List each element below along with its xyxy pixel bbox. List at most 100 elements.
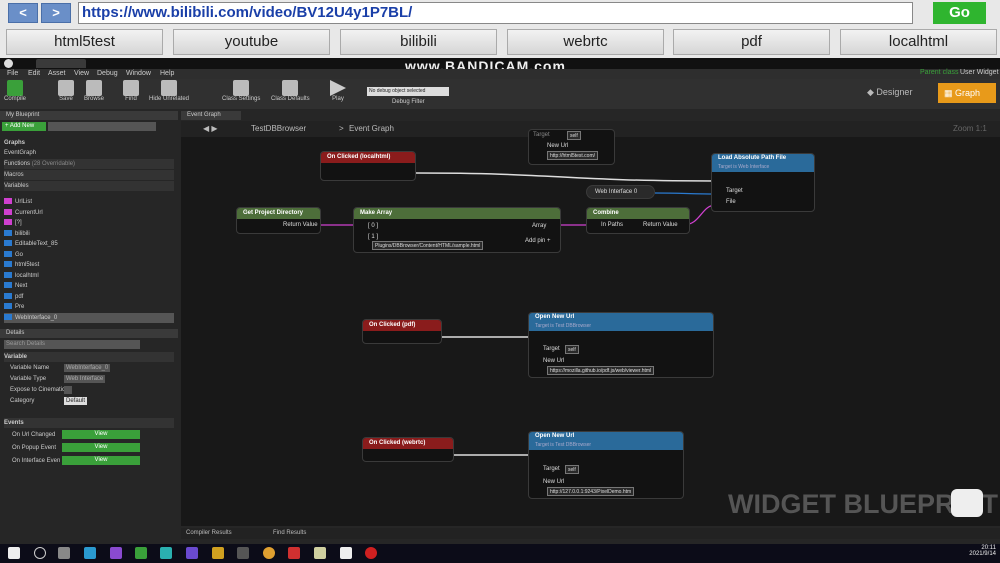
bookmark-pdf[interactable]: pdf <box>673 29 830 55</box>
forward-button[interactable]: > <box>41 3 71 23</box>
bookmark-localhtml[interactable]: localhtml <box>840 29 997 55</box>
event-graph-tab[interactable]: Event Graph <box>181 111 241 120</box>
self-field[interactable]: self <box>565 345 579 354</box>
class-settings-button[interactable]: Class Settings <box>222 80 260 102</box>
load-absolute-path-node[interactable]: Load Absolute Path File Target is Web Int… <box>711 153 815 212</box>
browse-button[interactable]: Browse <box>84 80 104 102</box>
on-clicked-pdf-node[interactable]: On Clicked (pdf) <box>362 319 442 344</box>
variable-item[interactable]: Go <box>4 250 174 260</box>
get-project-directory-node[interactable]: Get Project Directory Return Value <box>236 207 321 234</box>
event-graph-item[interactable]: EventGraph <box>4 148 174 158</box>
details-tab[interactable]: Details <box>0 329 178 338</box>
open-new-url-webrtc-node[interactable]: Open New Url Target is Test DBBrowser Tar… <box>528 431 684 499</box>
bilibili-play-icon[interactable] <box>951 489 983 517</box>
folder-icon[interactable] <box>212 547 224 559</box>
menu-help[interactable]: Help <box>160 70 174 77</box>
self-field[interactable]: self <box>565 465 579 474</box>
variable-item[interactable]: localhtml <box>4 271 174 281</box>
menu-view[interactable]: View <box>74 70 89 77</box>
url-input[interactable]: https://www.bilibili.com/video/BV12U4y1P… <box>78 2 913 24</box>
terminal-icon[interactable] <box>237 547 249 559</box>
menu-asset[interactable]: Asset <box>48 70 66 77</box>
variable-item[interactable]: UrlList <box>4 197 174 207</box>
app-icon[interactable] <box>160 547 172 559</box>
variable-item[interactable]: Pre <box>4 302 174 312</box>
class-defaults-button[interactable]: Class Defaults <box>271 80 310 102</box>
red-app-icon[interactable] <box>288 547 300 559</box>
add-pin-button[interactable]: Add pin + <box>525 238 551 244</box>
graph-mode-tab[interactable]: ▦ Graph <box>938 83 996 103</box>
event-view-button[interactable]: View <box>62 430 140 439</box>
add-new-button[interactable]: + Add New <box>2 122 46 131</box>
menu-debug[interactable]: Debug <box>97 70 118 77</box>
make-array-node[interactable]: Make Array [ 0 ] [ 1 ] Plugins/DBBrowser… <box>353 207 561 253</box>
find-results-tab[interactable]: Find Results <box>273 530 306 536</box>
parent-class-value[interactable]: User Widget <box>960 69 999 76</box>
bookmark-webrtc[interactable]: webrtc <box>507 29 664 55</box>
my-blueprint-tab[interactable]: My Blueprint <box>0 111 178 120</box>
go-button[interactable]: Go <box>933 2 986 24</box>
path-field[interactable]: Plugins/DBBrowser/Content/HTML/sample.ht… <box>372 241 484 250</box>
functions-section[interactable]: Functions (28 Overridable) <box>4 159 174 169</box>
play-button[interactable]: Play <box>330 80 346 102</box>
compiler-results-tab[interactable]: Compiler Results <box>186 530 232 536</box>
event-view-button[interactable]: View <box>62 456 140 465</box>
event-view-button[interactable]: View <box>62 443 140 452</box>
wechat-icon[interactable] <box>135 547 147 559</box>
breadcrumb-root[interactable]: TestDBBrowser <box>251 121 306 137</box>
on-clicked-webrtc-node[interactable]: On Clicked (webrtc) <box>362 437 454 462</box>
url-field[interactable]: http://127.0.0.1:9243/PixelDemo.htm <box>547 487 635 496</box>
debug-object-select[interactable]: No debug object selected <box>367 87 449 96</box>
self-field[interactable]: self <box>567 131 581 140</box>
graph-canvas[interactable]: On Clicked (localhtml) Target self New U… <box>181 129 1000 526</box>
visual-studio-icon[interactable] <box>110 547 122 559</box>
variable-item[interactable]: EditableText_85 <box>4 239 174 249</box>
edge-icon[interactable] <box>84 547 96 559</box>
back-button[interactable]: < <box>8 3 38 23</box>
variable-item[interactable]: Next <box>4 281 174 291</box>
graphs-section[interactable]: Graphs <box>4 138 174 148</box>
detail-value[interactable] <box>64 386 72 394</box>
blueprint-search-input[interactable] <box>48 122 156 131</box>
open-new-url-pdf-node[interactable]: Open New Url Target is Test DBBrowser Tar… <box>528 312 714 378</box>
record-icon[interactable] <box>365 547 377 559</box>
hide-unrelated-button[interactable]: Hide Unrelated <box>149 80 189 102</box>
chrome-icon[interactable] <box>263 547 275 559</box>
vs-code-icon[interactable] <box>186 547 198 559</box>
web-interface-getter[interactable]: Web Interface 0 <box>586 185 655 199</box>
variable-item[interactable]: bilibili <box>4 229 174 239</box>
variable-item[interactable]: CurrentUrl <box>4 208 174 218</box>
note-icon[interactable] <box>314 547 326 559</box>
menu-edit[interactable]: Edit <box>28 70 40 77</box>
save-button[interactable]: Save <box>58 80 74 102</box>
task-view-icon[interactable] <box>58 547 70 559</box>
variable-item[interactable]: [?] <box>4 218 174 228</box>
combine-node[interactable]: Combine In Paths Return Value <box>586 207 690 234</box>
details-search-input[interactable]: Search Details <box>4 340 140 349</box>
bookmark-youtube[interactable]: youtube <box>173 29 330 55</box>
detail-value[interactable]: WebInterface_0 <box>64 364 111 372</box>
variable-item[interactable]: WebInterface_0 <box>4 312 174 323</box>
variable-item[interactable]: pdf <box>4 292 174 302</box>
back-arrow-icon[interactable]: ◀ ▶ <box>203 121 218 137</box>
macros-section[interactable]: Macros <box>4 170 174 180</box>
variable-item[interactable]: html5test <box>4 260 174 270</box>
search-icon[interactable] <box>34 547 46 559</box>
detail-value[interactable]: Default <box>64 397 88 405</box>
url-field[interactable]: https://mozilla.github.io/pdf.js/web/vie… <box>547 366 655 375</box>
variables-section[interactable]: Variables <box>4 181 174 191</box>
find-button[interactable]: Find <box>123 80 139 102</box>
menu-window[interactable]: Window <box>126 70 151 77</box>
menu-file[interactable]: File <box>7 70 18 77</box>
asset-tab[interactable] <box>36 59 86 68</box>
unreal-taskbar-icon[interactable] <box>340 547 352 559</box>
detail-value[interactable]: Web Interface <box>64 375 106 383</box>
bookmark-bilibili[interactable]: bilibili <box>340 29 497 55</box>
on-clicked-localhtml-node[interactable]: On Clicked (localhtml) <box>320 151 416 181</box>
bookmark-html5test[interactable]: html5test <box>6 29 163 55</box>
url-field[interactable]: http://html5test.com/ <box>547 151 599 160</box>
designer-tab[interactable]: ◆ Designer <box>867 87 912 98</box>
compile-button[interactable]: Compile <box>4 80 26 102</box>
open-url-top-node[interactable]: Target self New Url http://html5test.com… <box>528 129 615 165</box>
windows-start-icon[interactable] <box>8 547 20 559</box>
